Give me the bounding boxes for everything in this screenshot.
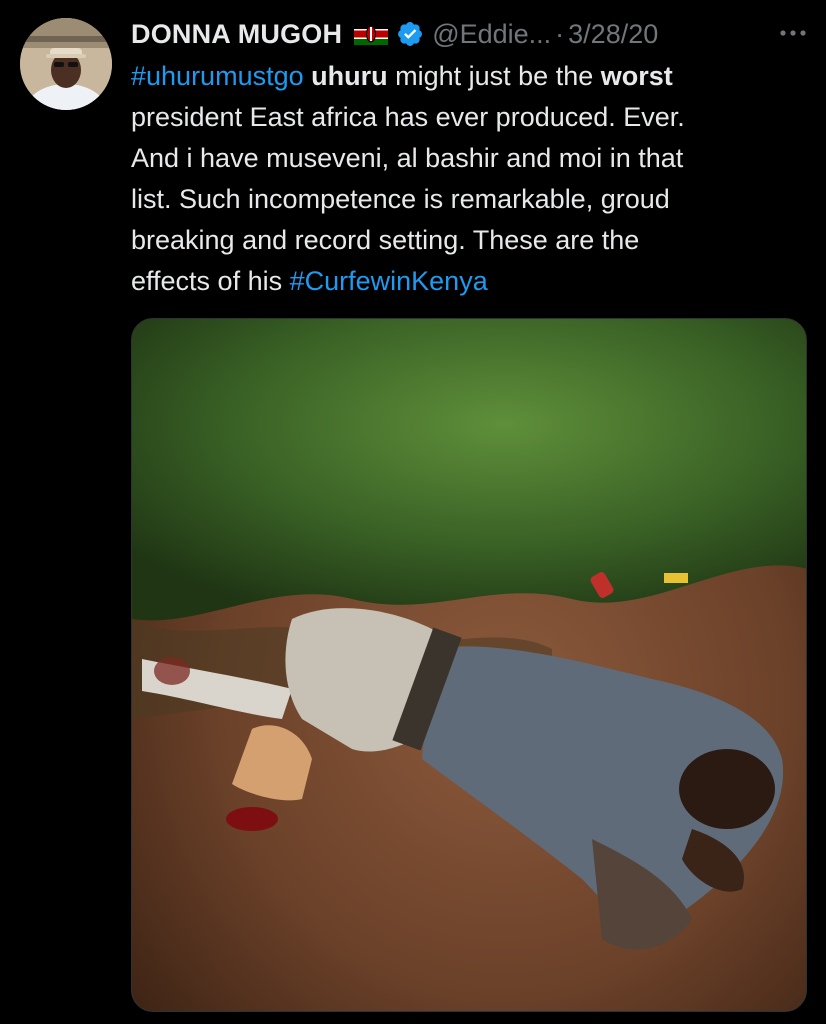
separator-dot: ·: [555, 18, 565, 49]
verified-badge-icon: [396, 20, 424, 48]
bold-text: worst: [600, 61, 673, 91]
tweet-text-line-2: president East africa has ever produced.…: [131, 102, 685, 132]
tweet-text-line-6: effects of his #CurfewinKenya: [131, 261, 811, 302]
hashtag-link[interactable]: #uhurumustgo: [131, 61, 304, 91]
text-segment: might just be the: [387, 61, 601, 91]
user-handle[interactable]: @Eddie...: [432, 19, 551, 50]
hashtag-link[interactable]: #CurfewinKenya: [290, 266, 488, 296]
tweet-header: DONNA MUGOH @Eddie... · 3/28/20: [131, 14, 811, 54]
tweet-text-line-5: breaking and record setting. These are t…: [131, 225, 640, 255]
tweet-text-line-4: list. Such incompetence is remarkable, g…: [131, 184, 670, 214]
more-options-icon[interactable]: [775, 18, 811, 48]
tweet-text: #uhurumustgo uhuru might just be the wor…: [131, 56, 811, 302]
kenya-flag-icon: [354, 23, 389, 45]
tweet[interactable]: DONNA MUGOH @Eddie... · 3/28/20 #uhurumu…: [0, 0, 826, 1024]
text-segment: effects of his: [131, 266, 290, 296]
tweet-text-line-3: And i have museveni, al bashir and moi i…: [131, 143, 684, 173]
tweet-text-line-1: #uhurumustgo uhuru might just be the wor…: [131, 56, 811, 97]
bold-text: uhuru: [311, 61, 388, 91]
avatar[interactable]: [20, 18, 112, 110]
display-name[interactable]: DONNA MUGOH: [131, 19, 342, 50]
tweet-photo[interactable]: [131, 318, 807, 1012]
tweet-date[interactable]: 3/28/20: [568, 19, 658, 50]
